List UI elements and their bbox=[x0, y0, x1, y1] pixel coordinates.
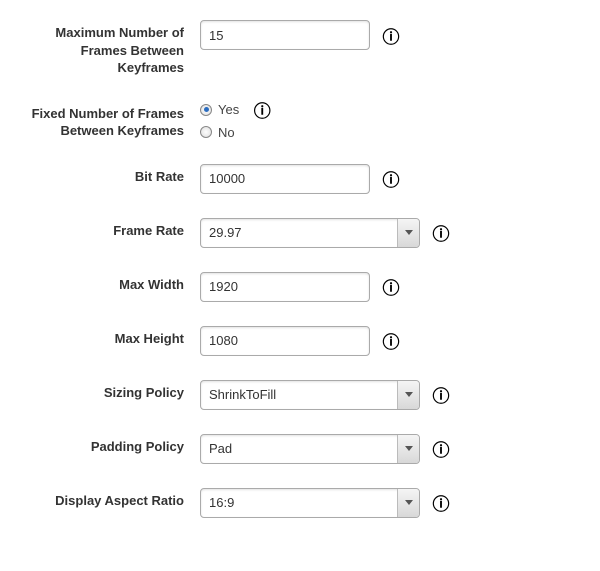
bit-rate-input[interactable] bbox=[200, 164, 370, 194]
sizing-policy-select[interactable] bbox=[200, 380, 420, 410]
row-padding-policy: Padding Policy ⓘ bbox=[30, 434, 570, 464]
row-max-width: Max Width ⓘ bbox=[30, 272, 570, 302]
info-icon[interactable]: ⓘ bbox=[432, 440, 450, 458]
label-max-frames-keyframes: Maximum Number of Frames Between Keyfram… bbox=[30, 20, 200, 77]
frame-rate-select[interactable] bbox=[200, 218, 420, 248]
max-frames-keyframes-input[interactable] bbox=[200, 20, 370, 50]
video-settings-form: Maximum Number of Frames Between Keyfram… bbox=[0, 0, 600, 566]
info-icon[interactable]: ⓘ bbox=[432, 224, 450, 242]
row-sizing-policy: Sizing Policy ⓘ bbox=[30, 380, 570, 410]
row-bit-rate: Bit Rate ⓘ bbox=[30, 164, 570, 194]
label-padding-policy: Padding Policy bbox=[30, 434, 200, 456]
row-frame-rate: Frame Rate ⓘ bbox=[30, 218, 570, 248]
info-icon[interactable]: ⓘ bbox=[382, 278, 400, 296]
info-icon[interactable]: ⓘ bbox=[382, 170, 400, 188]
label-fixed-frames-keyframes: Fixed Number of Frames Between Keyframes bbox=[30, 101, 200, 140]
display-aspect-ratio-select[interactable] bbox=[200, 488, 420, 518]
label-bit-rate: Bit Rate bbox=[30, 164, 200, 186]
max-width-input[interactable] bbox=[200, 272, 370, 302]
info-icon[interactable]: ⓘ bbox=[253, 101, 271, 119]
row-fixed-frames-keyframes: Fixed Number of Frames Between Keyframes… bbox=[30, 101, 570, 140]
info-icon[interactable]: ⓘ bbox=[432, 386, 450, 404]
row-max-frames-keyframes: Maximum Number of Frames Between Keyfram… bbox=[30, 20, 570, 77]
max-height-input[interactable] bbox=[200, 326, 370, 356]
label-display-aspect-ratio: Display Aspect Ratio bbox=[30, 488, 200, 510]
label-max-height: Max Height bbox=[30, 326, 200, 348]
row-display-aspect-ratio: Display Aspect Ratio ⓘ bbox=[30, 488, 570, 518]
info-icon[interactable]: ⓘ bbox=[382, 26, 400, 44]
label-max-width: Max Width bbox=[30, 272, 200, 294]
fixed-frames-no-label: No bbox=[218, 125, 235, 140]
info-icon[interactable]: ⓘ bbox=[432, 494, 450, 512]
padding-policy-select[interactable] bbox=[200, 434, 420, 464]
label-frame-rate: Frame Rate bbox=[30, 218, 200, 240]
label-sizing-policy: Sizing Policy bbox=[30, 380, 200, 402]
fixed-frames-radio-no[interactable] bbox=[200, 126, 212, 138]
fixed-frames-radio-yes[interactable] bbox=[200, 104, 212, 116]
row-max-height: Max Height ⓘ bbox=[30, 326, 570, 356]
info-icon[interactable]: ⓘ bbox=[382, 332, 400, 350]
fixed-frames-yes-label: Yes bbox=[218, 102, 239, 117]
